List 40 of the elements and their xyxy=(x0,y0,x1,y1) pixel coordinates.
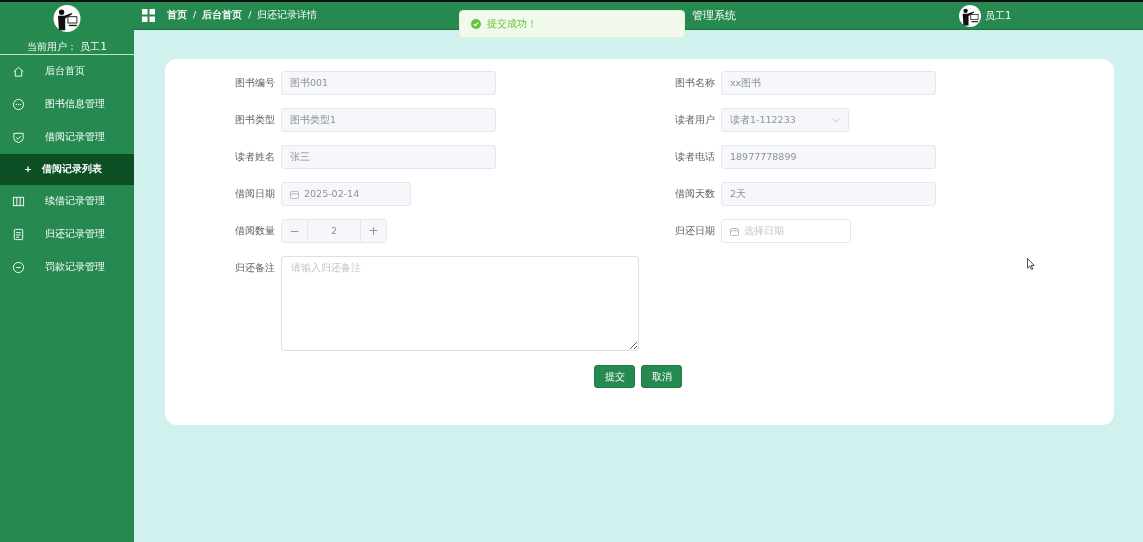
field-label: 借阅天数 xyxy=(674,187,715,201)
menu-item[interactable]: 借阅记录管理 xyxy=(0,121,134,154)
field-label: 读者用户 xyxy=(674,113,715,127)
submenu-item[interactable]: + 借阅记录列表 xyxy=(0,154,134,185)
field-label: 借阅数量 xyxy=(234,224,275,238)
chevron-down-icon xyxy=(832,117,840,123)
menu-item[interactable]: 罚款记录管理 xyxy=(0,251,134,284)
field-label: 归还日期 xyxy=(674,224,715,238)
cancel-button[interactable]: 取消 xyxy=(641,365,682,388)
document-icon xyxy=(12,228,25,241)
calendar-icon xyxy=(290,189,299,199)
field-label: 图书名称 xyxy=(674,76,715,90)
columns-icon xyxy=(12,195,25,208)
current-user-label: 当前用户： 员工1 xyxy=(27,40,107,54)
menu-item[interactable]: 图书信息管理 xyxy=(0,88,134,121)
field-label: 图书编号 xyxy=(234,76,275,90)
menu-item[interactable]: 续借记录管理 xyxy=(0,185,134,218)
mouse-pointer-icon xyxy=(1027,258,1035,270)
field-label: 图书类型 xyxy=(234,113,275,127)
field-label: 借阅日期 xyxy=(234,187,275,201)
home-icon xyxy=(12,65,25,78)
check-circle-icon xyxy=(471,19,481,29)
breadcrumb-separator: / xyxy=(193,8,197,23)
menu-item[interactable]: 后台首页 xyxy=(0,55,134,88)
breadcrumb-separator: / xyxy=(248,8,252,23)
field-label: 归还备注 xyxy=(234,261,275,275)
avatar-icon xyxy=(52,5,82,32)
success-toast: 提交成功！ xyxy=(459,10,685,38)
field-label: 读者姓名 xyxy=(234,150,275,164)
breadcrumb-link[interactable]: 首页 xyxy=(167,8,187,23)
avatar-icon xyxy=(959,4,981,27)
submit-button[interactable]: 提交 xyxy=(594,365,635,388)
system-title: 管理系统 xyxy=(692,7,736,23)
breadcrumb-link[interactable]: 后台首页 xyxy=(202,8,243,23)
grid-menu-icon[interactable] xyxy=(142,9,155,22)
shield-check-icon xyxy=(12,131,25,144)
menu-item[interactable]: 归还记录管理 xyxy=(0,218,134,251)
calendar-icon xyxy=(730,226,739,236)
field-label: 读者电话 xyxy=(674,150,715,164)
user-name[interactable]: 员工1 xyxy=(985,8,1012,23)
